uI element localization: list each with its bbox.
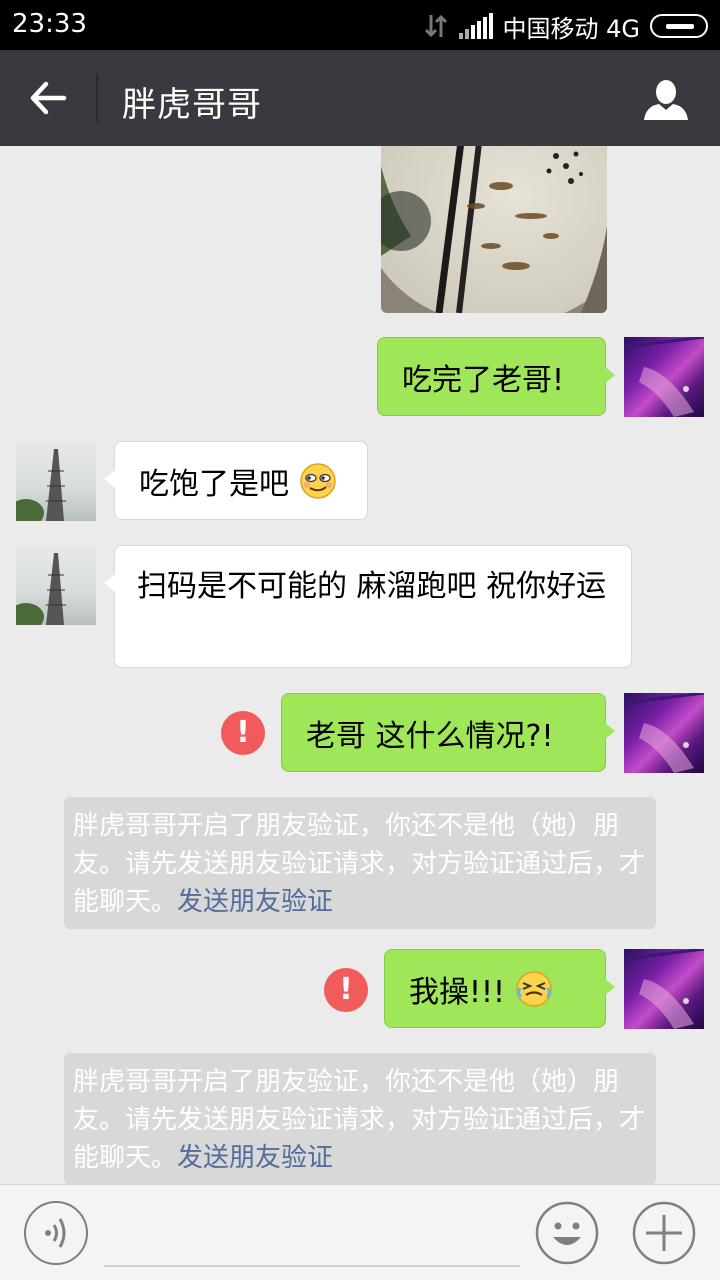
outgoing-message[interactable]: 吃完了老哥! xyxy=(377,337,615,416)
message-list[interactable]: 吃完了老哥! 吃饱了是吧 扫码是不可能的 麻溜跑吧 祝你好运 ! 老哥 这什么情… xyxy=(0,146,720,1184)
message-text: 老哥 这什么情况?! xyxy=(306,718,554,754)
photo-message[interactable] xyxy=(381,146,607,313)
voice-button[interactable] xyxy=(24,1201,88,1265)
data-transfer-icon xyxy=(424,14,447,38)
friend-avatar[interactable] xyxy=(16,441,96,521)
title-divider xyxy=(96,74,98,122)
message-text: 吃完了老哥! xyxy=(402,362,565,398)
chat-title: 胖虎哥哥 xyxy=(122,85,262,125)
message-text: 我操!!! xyxy=(409,974,506,1010)
smiley-icon xyxy=(535,1201,599,1265)
friend-verification-notice: 胖虎哥哥开启了朋友验证，你还不是他（她）朋友。请先发送朋友验证请求，对方验证通过… xyxy=(64,1053,656,1184)
notice-text: 胖虎哥哥开启了朋友验证，你还不是他（她）朋友。请先发送朋友验证请求，对方验证通过… xyxy=(73,1067,646,1173)
avatar-image xyxy=(624,693,704,773)
avatar-image xyxy=(16,449,66,521)
avatar-image xyxy=(624,337,704,417)
profile-button[interactable] xyxy=(642,76,690,124)
incoming-message[interactable]: 扫码是不可能的 麻溜跑吧 祝你好运 xyxy=(104,545,632,668)
friend-avatar[interactable] xyxy=(16,545,96,625)
my-avatar[interactable] xyxy=(624,337,704,417)
plus-icon xyxy=(632,1201,696,1265)
incoming-message[interactable]: 吃饱了是吧 xyxy=(104,441,368,520)
person-icon xyxy=(644,80,688,120)
emoji-button[interactable] xyxy=(535,1201,599,1265)
chat-header: 胖虎哥哥 xyxy=(0,50,720,146)
input-bar xyxy=(0,1184,720,1280)
arrow-left-icon xyxy=(30,81,67,115)
status-indicators: 中国移动 4G xyxy=(423,8,708,44)
signal-icon xyxy=(458,13,493,39)
message-text: 吃饱了是吧 xyxy=(139,466,289,502)
smirk-emoji-icon xyxy=(300,462,336,499)
outgoing-message[interactable]: 老哥 这什么情况?! xyxy=(281,693,615,772)
status-time: 23:33 xyxy=(12,9,87,39)
send-failed-icon[interactable]: ! xyxy=(221,711,265,755)
more-button[interactable] xyxy=(632,1201,696,1265)
avatar-image xyxy=(624,949,704,1029)
avatar-image xyxy=(16,553,66,625)
send-verification-link[interactable]: 发送朋友验证 xyxy=(177,887,333,917)
send-verification-link[interactable]: 发送朋友验证 xyxy=(177,1143,333,1173)
message-text: 扫码是不可能的 麻溜跑吧 祝你好运 xyxy=(137,569,607,604)
status-bar: 23:33 中国移动 4G xyxy=(0,0,720,50)
carrier-label: 中国移动 4G xyxy=(502,14,641,43)
notice-text: 胖虎哥哥开启了朋友验证，你还不是他（她）朋友。请先发送朋友验证请求，对方验证通过… xyxy=(73,811,646,917)
outgoing-message[interactable]: 我操!!! xyxy=(384,949,615,1028)
back-button[interactable] xyxy=(20,74,76,122)
my-avatar[interactable] xyxy=(624,693,704,773)
send-failed-icon[interactable]: ! xyxy=(324,968,368,1012)
food-plate-photo xyxy=(381,146,607,313)
friend-verification-notice: 胖虎哥哥开启了朋友验证，你还不是他（她）朋友。请先发送朋友验证请求，对方验证通过… xyxy=(64,797,656,929)
my-avatar[interactable] xyxy=(624,949,704,1029)
message-input[interactable] xyxy=(104,1197,520,1267)
battery-icon xyxy=(650,14,708,38)
crying-laugh-emoji-icon xyxy=(516,970,552,1007)
voice-icon xyxy=(45,1218,66,1248)
